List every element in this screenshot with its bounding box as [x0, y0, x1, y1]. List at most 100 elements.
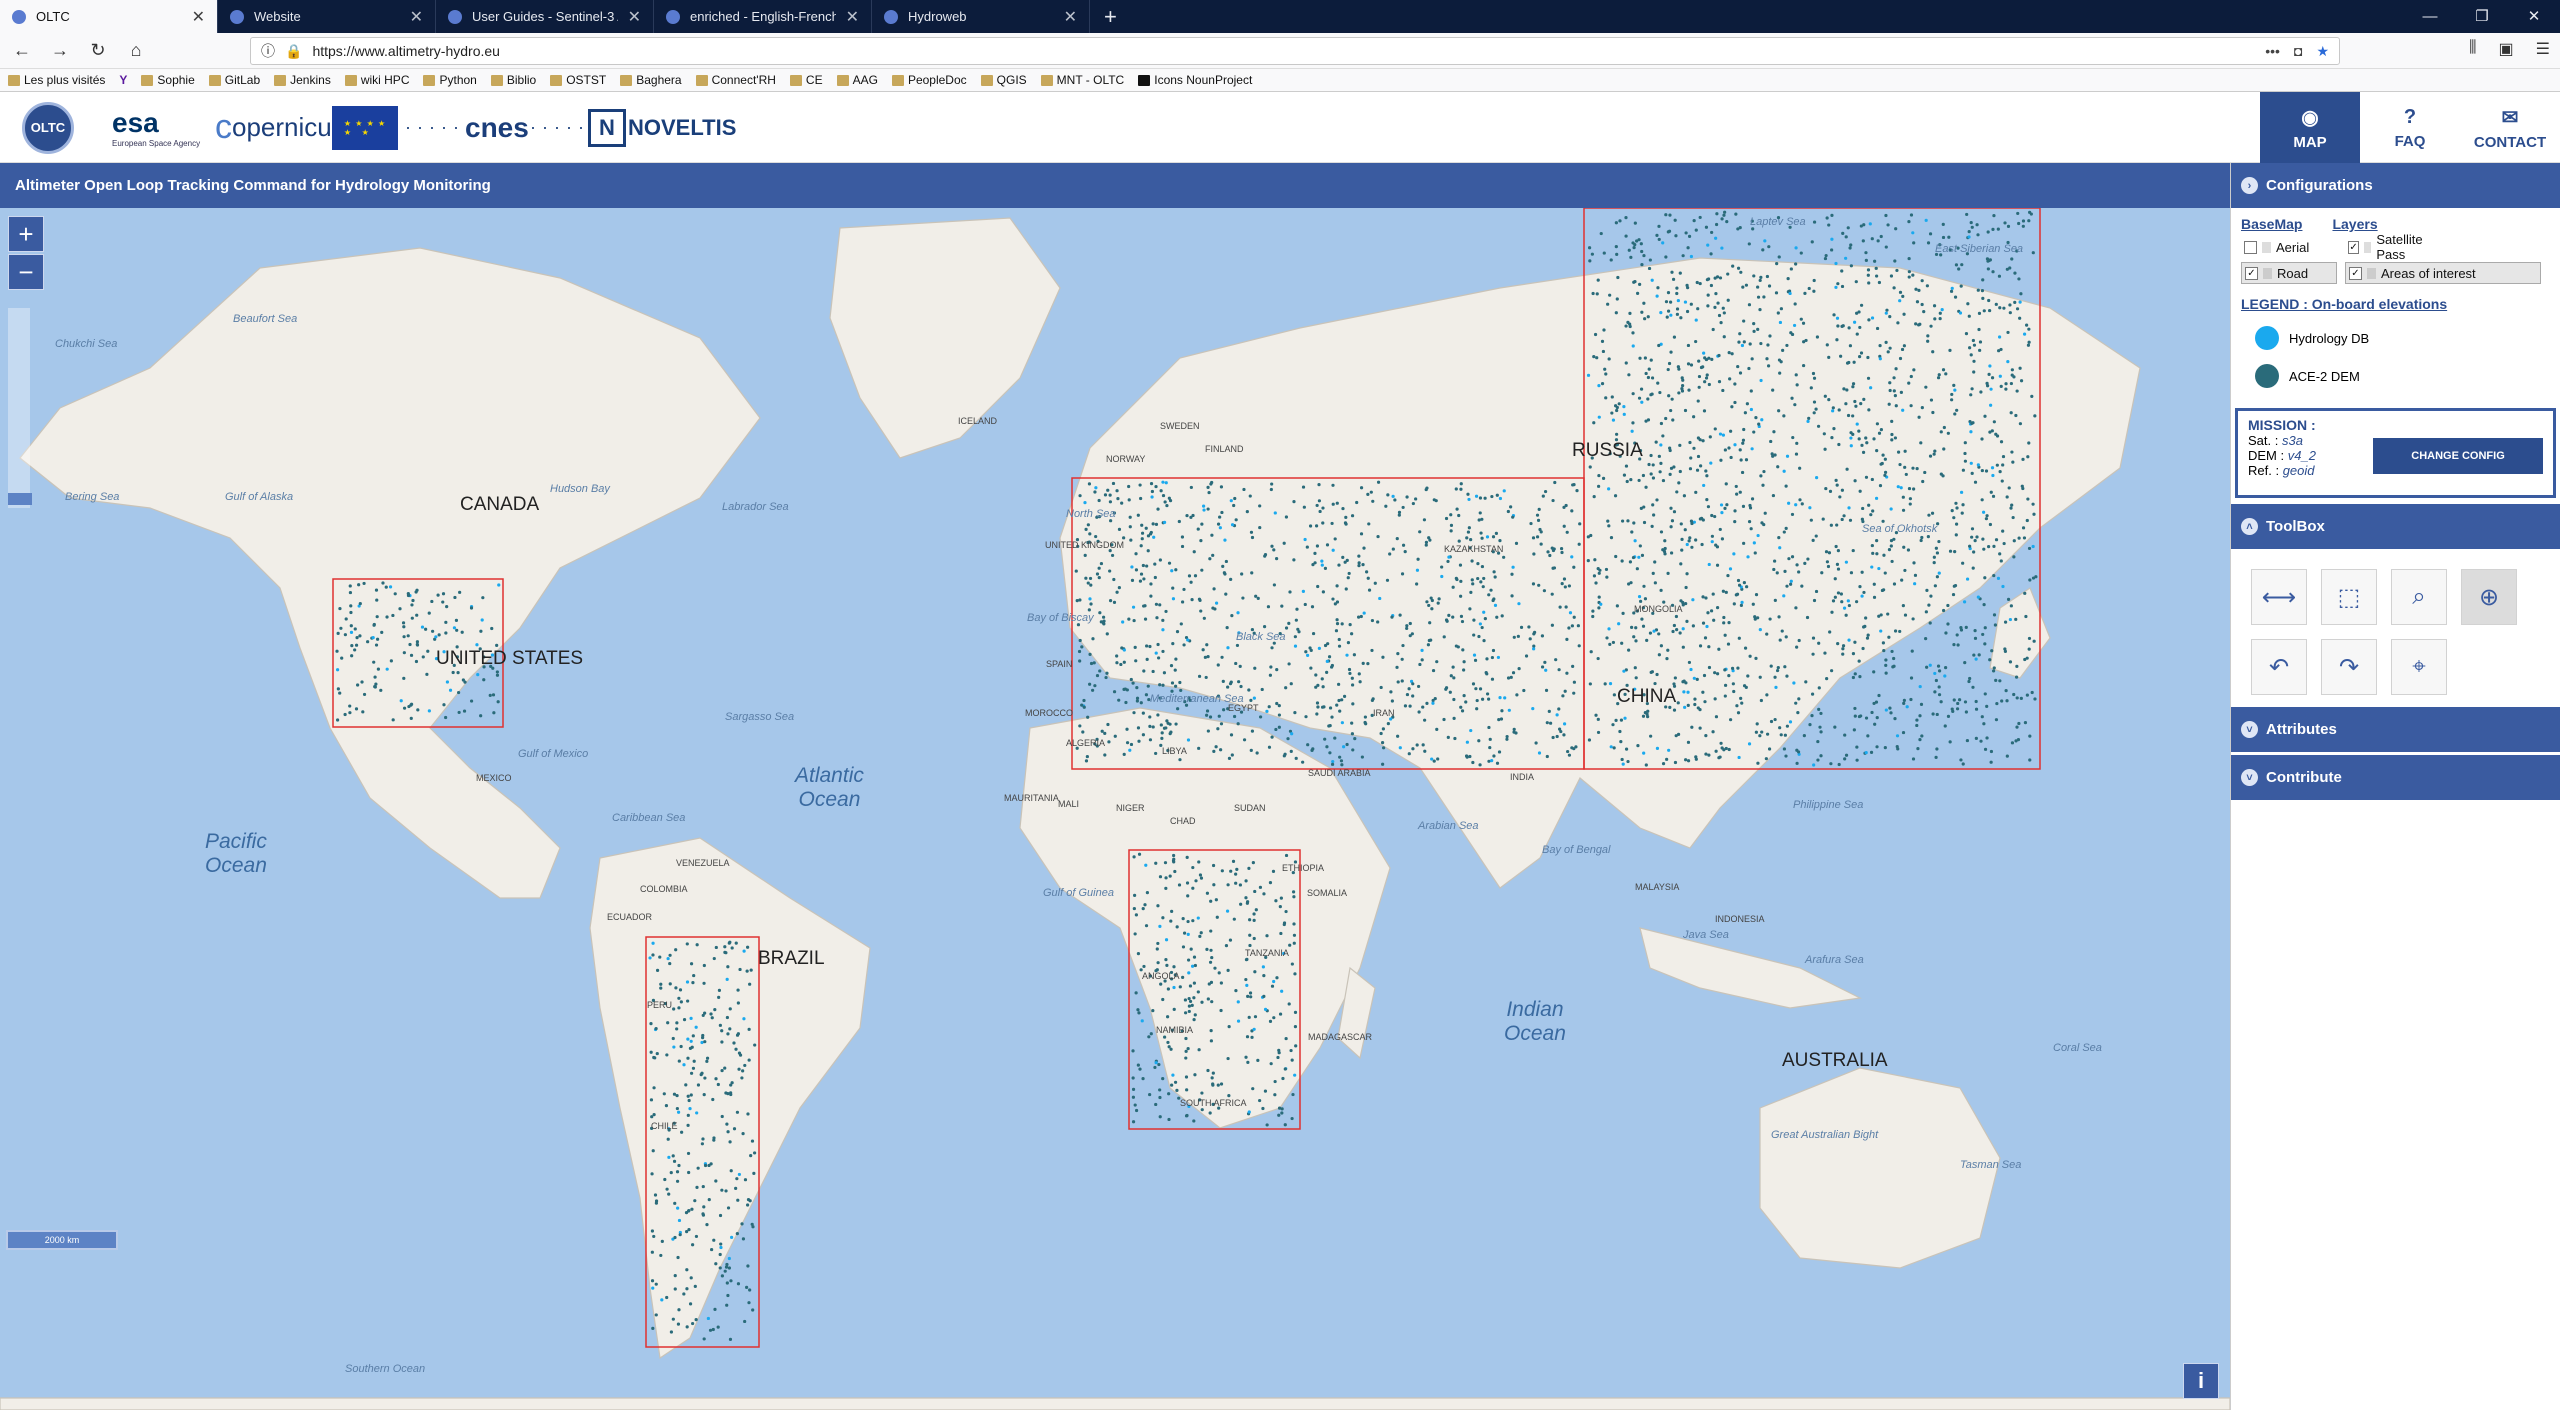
sidebar-icon[interactable]: ▣ [2499, 39, 2514, 59]
elevation-point [2010, 368, 2014, 372]
close-icon[interactable]: ✕ [192, 7, 205, 27]
back-icon[interactable]: ← [10, 40, 34, 61]
elevation-point [1330, 521, 1334, 526]
elevation-point [1196, 916, 1200, 920]
bookmark-item[interactable]: CE [789, 73, 823, 87]
elevation-point [1591, 614, 1595, 619]
checkbox-checked[interactable]: ✓ [2349, 266, 2362, 280]
close-icon[interactable]: ✕ [1064, 7, 1077, 27]
close-icon[interactable]: ✕ [846, 7, 859, 27]
pan-horizontal-icon[interactable]: ⟷ [2251, 569, 2307, 625]
elevation-point [1853, 672, 1857, 676]
elevation-point [1671, 629, 1675, 634]
elevation-point [1151, 725, 1155, 729]
elevation-point [1122, 752, 1126, 756]
attributes-header[interactable]: ˅ Attributes [2231, 707, 2560, 752]
bookmark-item[interactable]: Jenkins [274, 73, 331, 87]
bookmark-item[interactable]: Sophie [141, 73, 195, 87]
layers-label[interactable]: Layers [2332, 216, 2377, 232]
oltc-logo[interactable]: OLTC [22, 92, 74, 163]
menu-icon[interactable]: ☰ [2536, 39, 2550, 59]
tab-oltc[interactable]: OLTC ✕ [0, 0, 218, 33]
new-tab-button[interactable]: + [1090, 0, 1131, 33]
elevation-point [1636, 744, 1640, 748]
elevation-point [1902, 344, 1907, 348]
elevation-point [1713, 671, 1717, 675]
tab-user-guides[interactable]: User Guides - Sentinel-3 Altim✕ [436, 0, 654, 33]
close-icon[interactable]: ✕ [628, 7, 641, 27]
elevation-point [1490, 759, 1494, 763]
elevation-point [1969, 393, 1973, 397]
close-window-icon[interactable]: ✕ [2508, 0, 2560, 33]
elevation-point [1532, 644, 1536, 648]
zoom-in-button[interactable]: + [8, 216, 44, 252]
configurations-header[interactable]: › Configurations [2231, 163, 2560, 208]
minimize-icon[interactable]: — [2404, 0, 2456, 33]
library-icon[interactable]: ⫼ [2469, 39, 2476, 59]
info-icon[interactable]: ⓘ [261, 41, 275, 61]
checkbox-checked[interactable]: ✓ [2348, 240, 2360, 254]
checkbox[interactable] [2244, 240, 2257, 254]
pocket-icon[interactable]: ◘ [2294, 43, 2302, 60]
elevation-point [1085, 754, 1089, 759]
bookmark-item[interactable]: Y [119, 73, 127, 87]
info-button[interactable]: i [2183, 1363, 2219, 1399]
reload-icon[interactable]: ↻ [86, 40, 110, 61]
bookmark-item[interactable]: MNT - OLTC [1040, 73, 1124, 87]
close-icon[interactable]: ✕ [410, 7, 423, 27]
elevation-point [1761, 248, 1765, 252]
zoom-out-button[interactable]: − [8, 254, 44, 290]
elevation-point [674, 948, 678, 952]
nav-map[interactable]: ◉ MAP [2260, 92, 2360, 163]
nav-faq[interactable]: ? FAQ [2360, 92, 2460, 163]
nav-contact[interactable]: ✉ CONTACT [2460, 92, 2560, 163]
elevation-point [1657, 224, 1661, 228]
bookmark-item[interactable]: PeopleDoc [891, 73, 967, 87]
tab-hydroweb[interactable]: Hydroweb ✕ [872, 0, 1090, 33]
bookmark-star-icon[interactable]: ★ [2316, 43, 2329, 60]
contribute-header[interactable]: ˅ Contribute [2231, 755, 2560, 800]
basemap-aerial-option[interactable]: Aerial [2241, 236, 2337, 258]
layer-areas-of-interest-option[interactable]: ✓ Areas of interest [2345, 262, 2541, 284]
undo-icon[interactable]: ↶ [2251, 639, 2307, 695]
zoom-slider-track[interactable] [8, 308, 30, 508]
bookmark-item[interactable]: Baghera [620, 73, 682, 87]
forward-icon[interactable]: → [48, 40, 72, 61]
zoom-in-icon[interactable]: ⊕ [2461, 569, 2517, 625]
toolbox-header[interactable]: ˄ ToolBox [2231, 504, 2560, 549]
bookmark-item[interactable]: Connect'RH [695, 73, 776, 87]
folder-icon [550, 74, 563, 86]
basemap-road-option[interactable]: ✓ Road [2241, 262, 2337, 284]
home-icon[interactable]: ⌂ [124, 40, 148, 61]
mission-dem: v4_2 [2287, 448, 2316, 463]
tab-website[interactable]: Website ✕ [218, 0, 436, 33]
bookmark-item[interactable]: AAG [836, 73, 878, 87]
page-actions-icon[interactable]: ••• [2265, 43, 2280, 60]
url-text[interactable]: https://www.altimetry-hydro.eu [312, 43, 500, 59]
search-icon[interactable]: ⌕ [2391, 569, 2447, 625]
elevation-point [1841, 644, 1846, 648]
redo-icon[interactable]: ↷ [2321, 639, 2377, 695]
bookmark-item[interactable]: wiki HPC [344, 73, 409, 87]
elevation-point [2032, 639, 2036, 643]
bookmark-item[interactable]: OSTST [550, 73, 606, 87]
elevation-point [1975, 223, 1979, 227]
checkbox-checked[interactable]: ✓ [2245, 266, 2258, 280]
tab-dictionary[interactable]: enriched - English-French Dictio✕ [654, 0, 872, 33]
map-view[interactable]: CANADA UNITED STATES BRAZIL RUSSIA CHINA… [0, 208, 2230, 1410]
elevation-point [1139, 544, 1143, 548]
bookmark-item[interactable]: QGIS [980, 73, 1027, 87]
locate-icon[interactable]: ⌖ [2391, 639, 2447, 695]
bookmark-item[interactable]: Les plus visités [8, 73, 105, 87]
zoom-slider-thumb[interactable] [8, 493, 32, 505]
bookmark-item[interactable]: GitLab [208, 73, 260, 87]
change-config-button[interactable]: CHANGE CONFIG [2373, 438, 2543, 474]
layer-satellite-pass-option[interactable]: ✓ Satellite Pass [2345, 232, 2441, 262]
bookmark-item[interactable]: Biblio [490, 73, 536, 87]
bookmark-item[interactable]: Icons NounProject [1138, 73, 1252, 87]
url-bar[interactable]: ⓘ 🔒 https://www.altimetry-hydro.eu ••• ◘… [250, 37, 2340, 65]
restore-icon[interactable]: ❐ [2456, 0, 2508, 33]
zoom-box-icon[interactable]: ⬚ [2321, 569, 2377, 625]
basemap-label[interactable]: BaseMap [2241, 216, 2302, 232]
bookmark-item[interactable]: Python [423, 73, 477, 87]
